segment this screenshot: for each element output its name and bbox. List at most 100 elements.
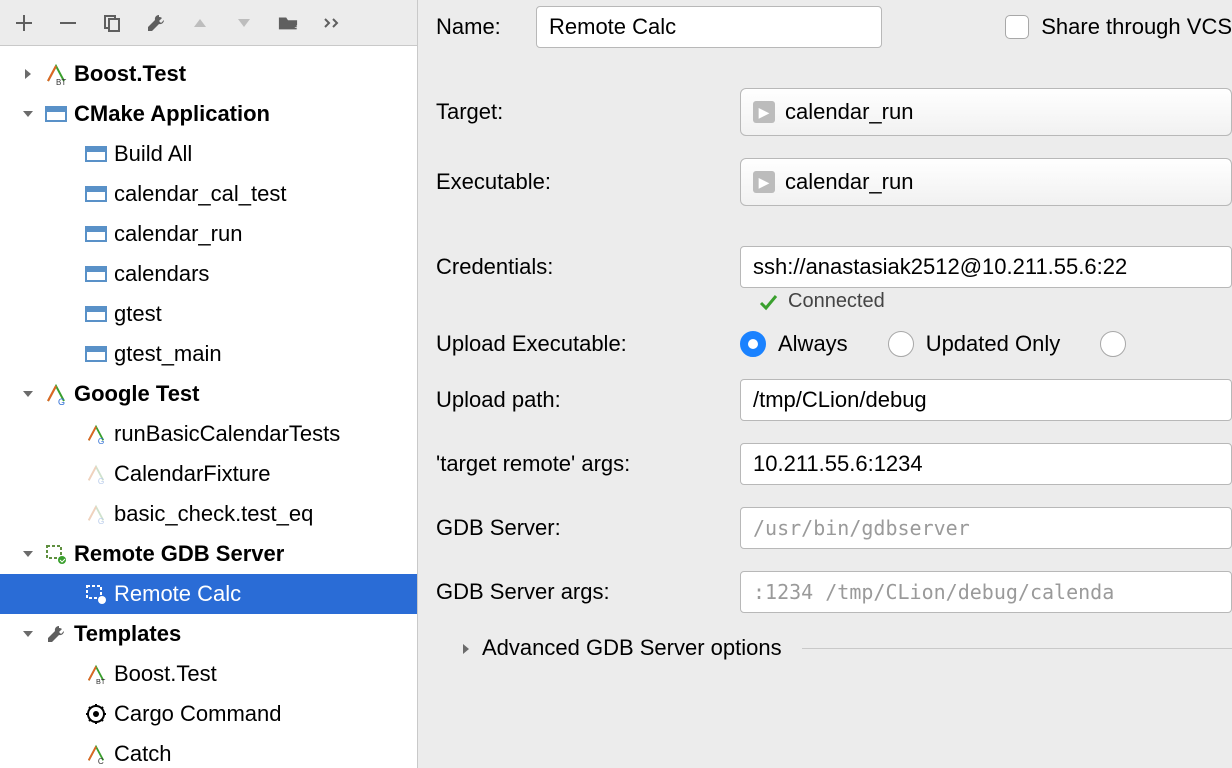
credentials-input[interactable]: ssh://anastasiak2512@10.211.55.6:22 xyxy=(740,246,1232,288)
move-down-button[interactable] xyxy=(234,13,254,33)
tree-item-label: Boost.Test xyxy=(74,61,186,87)
tree-item-label: Templates xyxy=(74,621,181,647)
radio-always[interactable]: Always xyxy=(740,331,848,357)
check-icon xyxy=(758,292,778,312)
gdb-server-input[interactable]: /usr/bin/gdbserver xyxy=(740,507,1232,549)
tree-item-calendars[interactable]: calendars xyxy=(0,254,417,294)
application-icon xyxy=(44,102,68,126)
tree-item-label: Remote Calc xyxy=(114,581,241,607)
row-upload-path: Upload path: /tmp/CLion/debug xyxy=(436,379,1232,421)
tree-item-template-catch[interactable]: CCatch xyxy=(0,734,417,768)
tree-item-cmake-application[interactable]: CMake Application xyxy=(0,94,417,134)
application-icon xyxy=(84,302,108,326)
target-icon: ▶ xyxy=(753,101,775,123)
upload-executable-radios: Always Updated Only xyxy=(740,331,1126,357)
gdb-server-placeholder: /usr/bin/gdbserver xyxy=(753,516,970,540)
row-name: Name: Remote Calc Share through VCS xyxy=(436,6,1232,48)
more-button[interactable] xyxy=(322,13,342,33)
folder-button[interactable]: + xyxy=(278,13,298,33)
tree-item-remote-gdb-server[interactable]: Remote GDB Server xyxy=(0,534,417,574)
tree-item-label: basic_check.test_eq xyxy=(114,501,313,527)
tree-item-label: Remote GDB Server xyxy=(74,541,284,567)
tree-item-boost-test[interactable]: BT Boost.Test xyxy=(0,54,417,94)
collapse-icon[interactable] xyxy=(18,544,38,564)
application-icon xyxy=(84,142,108,166)
remove-button[interactable] xyxy=(58,13,78,33)
tree-item-calendar-fixture[interactable]: G CalendarFixture xyxy=(0,454,417,494)
target-combo[interactable]: ▶ calendar_run xyxy=(740,88,1232,136)
move-up-button[interactable] xyxy=(190,13,210,33)
row-target: Target: ▶ calendar_run xyxy=(436,88,1232,136)
tree-item-label: gtest_main xyxy=(114,341,222,367)
edit-templates-button[interactable] xyxy=(146,13,166,33)
tree-item-label: gtest xyxy=(114,301,162,327)
tree-item-run-basic-calendar-tests[interactable]: GrunBasicCalendarTests xyxy=(0,414,417,454)
tree-item-calendar-run[interactable]: calendar_run xyxy=(0,214,417,254)
gdb-server-label: GDB Server: xyxy=(436,515,740,541)
row-gdb-server-args: GDB Server args: :1234 /tmp/CLion/debug/… xyxy=(436,571,1232,613)
target-remote-args-input[interactable]: 10.211.55.6:1234 xyxy=(740,443,1232,485)
upload-executable-label: Upload Executable: xyxy=(436,331,740,357)
radio-updated-only[interactable]: Updated Only xyxy=(888,331,1061,357)
tree-item-template-boost-test[interactable]: BTBoost.Test xyxy=(0,654,417,694)
executable-combo[interactable]: ▶ calendar_run xyxy=(740,158,1232,206)
share-label: Share through VCS xyxy=(1041,14,1232,40)
copy-button[interactable] xyxy=(102,13,122,33)
tree-item-templates[interactable]: Templates xyxy=(0,614,417,654)
name-label: Name: xyxy=(436,14,536,40)
name-input[interactable]: Remote Calc xyxy=(536,6,882,48)
add-button[interactable] xyxy=(14,13,34,33)
gdb-server-args-input[interactable]: :1234 /tmp/CLion/debug/calenda xyxy=(740,571,1232,613)
tree-item-label: calendar_cal_test xyxy=(114,181,286,207)
radio-dot-icon xyxy=(888,331,914,357)
collapse-icon[interactable] xyxy=(18,624,38,644)
tree-item-label: Google Test xyxy=(74,381,200,407)
boost-test-icon: BT xyxy=(44,62,68,86)
boost-test-icon: BT xyxy=(84,662,108,686)
tree-item-build-all[interactable]: Build All xyxy=(0,134,417,174)
expand-icon[interactable] xyxy=(18,64,38,84)
application-icon xyxy=(84,222,108,246)
tree-item-google-test[interactable]: G Google Test xyxy=(0,374,417,414)
remote-gdb-icon xyxy=(84,582,108,606)
configurations-tree-panel: + BT Boost.Test CMake Application Build … xyxy=(0,0,418,768)
svg-text:C: C xyxy=(98,757,104,764)
tree-item-label: calendars xyxy=(114,261,209,287)
target-remote-args-label: 'target remote' args: xyxy=(436,451,740,477)
share-through-vcs[interactable]: Share through VCS xyxy=(1005,14,1232,40)
name-value: Remote Calc xyxy=(549,14,676,40)
tree-item-gtest[interactable]: gtest xyxy=(0,294,417,334)
tree-item-label: Cargo Command xyxy=(114,701,282,727)
tree-item-calendar-cal-test[interactable]: calendar_cal_test xyxy=(0,174,417,214)
tree-item-template-cargo-command[interactable]: Cargo Command xyxy=(0,694,417,734)
application-icon xyxy=(84,182,108,206)
share-checkbox[interactable] xyxy=(1005,15,1029,39)
collapse-icon[interactable] xyxy=(18,384,38,404)
gdb-server-args-placeholder: :1234 /tmp/CLion/debug/calenda xyxy=(753,580,1114,604)
advanced-gdb-server-options[interactable]: Advanced GDB Server options xyxy=(460,635,1232,661)
connection-status-text: Connected xyxy=(788,290,885,313)
cargo-icon xyxy=(84,702,108,726)
collapse-icon[interactable] xyxy=(18,104,38,124)
row-gdb-server: GDB Server: /usr/bin/gdbserver xyxy=(436,507,1232,549)
expand-icon xyxy=(460,635,472,661)
upload-path-value: /tmp/CLion/debug xyxy=(753,387,927,413)
application-icon xyxy=(84,342,108,366)
svg-text:G: G xyxy=(98,437,104,444)
tree-item-remote-calc[interactable]: Remote Calc xyxy=(0,574,417,614)
target-label: Target: xyxy=(436,99,740,125)
radio-dot-icon xyxy=(740,331,766,357)
tree-item-label: Boost.Test xyxy=(114,661,217,687)
tree-item-gtest-main[interactable]: gtest_main xyxy=(0,334,417,374)
svg-text:G: G xyxy=(98,477,104,484)
target-remote-args-value: 10.211.55.6:1234 xyxy=(753,451,923,477)
upload-path-input[interactable]: /tmp/CLion/debug xyxy=(740,379,1232,421)
svg-text:G: G xyxy=(58,397,65,405)
row-target-remote-args: 'target remote' args: 10.211.55.6:1234 xyxy=(436,443,1232,485)
configurations-tree[interactable]: BT Boost.Test CMake Application Build Al… xyxy=(0,46,417,768)
radio-third[interactable] xyxy=(1100,331,1126,357)
tree-item-label: CalendarFixture xyxy=(114,461,271,487)
google-test-dim-icon: G xyxy=(84,462,108,486)
connection-status: Connected xyxy=(758,290,1232,313)
tree-item-basic-check-test-eq[interactable]: Gbasic_check.test_eq xyxy=(0,494,417,534)
